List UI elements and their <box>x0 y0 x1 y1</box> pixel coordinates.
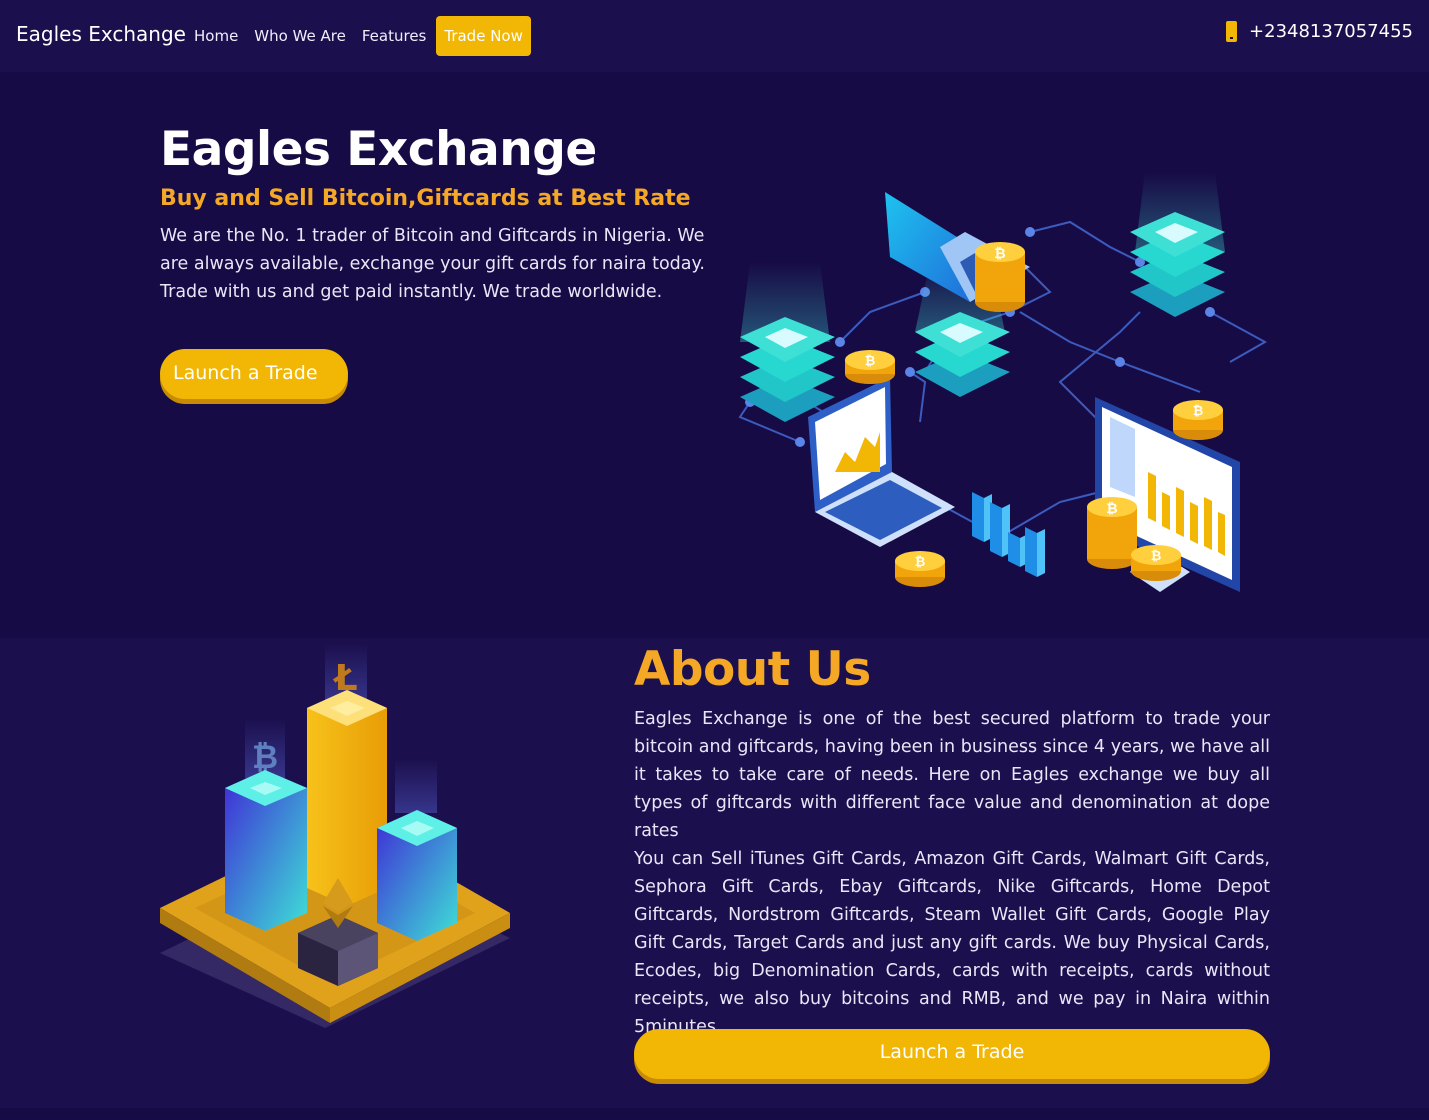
navbar: Eagles Exchange Home Who We Are Features… <box>0 0 1429 72</box>
crypto-network-illustration: ₿ ₿ ₿ ₿ ₿ ₿ <box>738 172 1268 592</box>
brand-logo-text[interactable]: Eagles Exchange <box>16 22 186 46</box>
hero-subtitle: Buy and Sell Bitcoin,Giftcards at Best R… <box>160 186 691 211</box>
nav-link-features[interactable]: Features <box>354 17 435 55</box>
bar-chart-3d <box>972 492 1045 577</box>
nav-links: Home Who We Are Features Trade Now <box>186 16 531 56</box>
svg-text:₿: ₿ <box>865 354 876 369</box>
about-title: About Us <box>634 642 871 697</box>
hero-launch-trade-button[interactable]: Launch a Trade <box>160 349 348 399</box>
nav-link-who-we-are[interactable]: Who We Are <box>246 17 354 55</box>
laptop-bottom <box>808 377 955 547</box>
svg-text:₿: ₿ <box>915 555 926 570</box>
svg-text:₿: ₿ <box>1193 404 1204 419</box>
trade-now-button[interactable]: Trade Now <box>436 16 531 56</box>
hero-title: Eagles Exchange <box>160 122 597 177</box>
about-description: Eagles Exchange is one of the best secur… <box>634 705 1270 1041</box>
phone-contact[interactable]: +2348137057455 <box>1226 21 1413 42</box>
footer-strip <box>0 1108 1429 1120</box>
nav-link-home[interactable]: Home <box>186 17 246 55</box>
phone-number[interactable]: +2348137057455 <box>1249 21 1413 42</box>
svg-text:₿: ₿ <box>994 246 1005 262</box>
phone-icon <box>1226 21 1238 42</box>
server-stack-right <box>1130 172 1225 317</box>
about-paragraph-2: You can Sell iTunes Gift Cards, Amazon G… <box>634 849 1270 1037</box>
svg-text:₿: ₿ <box>1106 501 1117 517</box>
about-launch-trade-button[interactable]: Launch a Trade <box>634 1029 1270 1079</box>
crypto-bars-illustration: ₿ Ł <box>160 643 510 1028</box>
svg-text:₿: ₿ <box>1151 549 1162 564</box>
about-section: ₿ Ł About Us Eagles Exchange is one of t… <box>0 638 1429 1120</box>
about-paragraph-1: Eagles Exchange is one of the best secur… <box>634 709 1270 841</box>
hero-section: Eagles Exchange Buy and Sell Bitcoin,Gif… <box>0 72 1429 638</box>
hero-description: We are the No. 1 trader of Bitcoin and G… <box>160 226 705 302</box>
server-stack-left <box>740 262 835 422</box>
